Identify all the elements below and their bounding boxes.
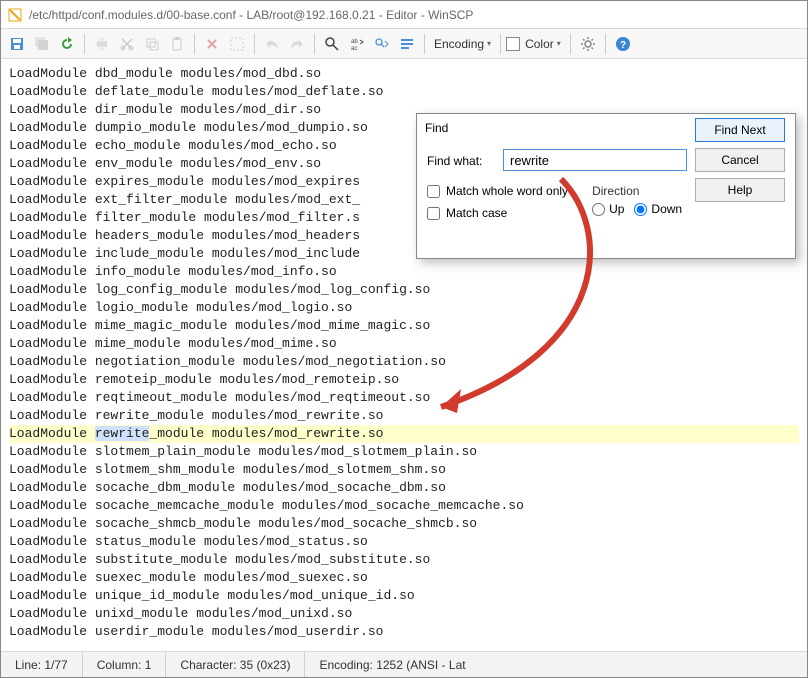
editor-line: LoadModule suexec_module modules/mod_sue… [9,569,799,587]
match-case-checkbox[interactable]: Match case [427,206,568,220]
editor-line: LoadModule socache_dbm_module modules/mo… [9,479,799,497]
select-all-icon[interactable] [225,32,249,56]
toolbar-separator [424,34,425,54]
find-what-input[interactable] [503,149,687,171]
toolbar-separator [570,34,571,54]
color-menu[interactable]: Color▾ [521,37,565,51]
toolbar-separator [500,34,501,54]
settings-icon[interactable] [576,32,600,56]
titlebar: /etc/httpd/conf.modules.d/00-base.conf -… [1,1,807,29]
editor-line: LoadModule userdir_module modules/mod_us… [9,623,799,641]
paste-icon[interactable] [165,32,189,56]
status-line: Line: 1/77 [1,652,83,677]
editor-line: LoadModule reqtimeout_module modules/mod… [9,389,799,407]
window-title: /etc/httpd/conf.modules.d/00-base.conf -… [29,8,473,22]
find-icon[interactable] [320,32,344,56]
replace-icon[interactable]: abac [345,32,369,56]
direction-group: Direction Up Down [592,184,682,216]
editor-line: LoadModule negotiation_module modules/mo… [9,353,799,371]
svg-text:ac: ac [351,46,357,52]
svg-text:ab: ab [351,39,358,45]
find-dialog-title: Find [425,121,448,135]
editor-line: LoadModule logio_module modules/mod_logi… [9,299,799,317]
editor-line: LoadModule remoteip_module modules/mod_r… [9,371,799,389]
editor-line: LoadModule substitute_module modules/mod… [9,551,799,569]
status-encoding: Encoding: 1252 (ANSI - Lat [305,652,479,677]
editor-line: LoadModule unique_id_module modules/mod_… [9,587,799,605]
encoding-menu[interactable]: Encoding▾ [430,37,495,51]
statusbar: Line: 1/77 Column: 1 Character: 35 (0x23… [1,651,807,677]
editor-line: LoadModule log_config_module modules/mod… [9,281,799,299]
direction-label: Direction [592,184,682,198]
editor-line: LoadModule socache_shmcb_module modules/… [9,515,799,533]
editor-line: LoadModule mime_module modules/mod_mime.… [9,335,799,353]
editor-line: LoadModule rewrite_module modules/mod_re… [9,425,799,443]
save-all-icon[interactable] [30,32,54,56]
toolbar-separator [314,34,315,54]
editor-line: LoadModule rewrite_module modules/mod_re… [9,407,799,425]
find-what-label: Find what: [427,152,495,168]
copy-icon[interactable] [140,32,164,56]
editor-line: LoadModule info_module modules/mod_info.… [9,263,799,281]
find-next-button[interactable]: Find Next [695,118,785,142]
editor-line: LoadModule slotmem_plain_module modules/… [9,443,799,461]
direction-down-radio[interactable]: Down [634,202,682,216]
print-icon[interactable] [90,32,114,56]
save-icon[interactable] [5,32,29,56]
toolbar-separator [254,34,255,54]
editor-line: LoadModule status_module modules/mod_sta… [9,533,799,551]
toolbar-separator [84,34,85,54]
reload-icon[interactable] [55,32,79,56]
find-dialog: Find Find what: Find Next Cancel Help Ma… [416,113,796,259]
find-next-icon[interactable] [370,32,394,56]
editor-line: LoadModule dbd_module modules/mod_dbd.so [9,65,799,83]
svg-text:?: ? [620,40,626,51]
editor-line: LoadModule socache_memcache_module modul… [9,497,799,515]
help-icon[interactable]: ? [611,32,635,56]
help-button[interactable]: Help [695,178,785,202]
direction-up-radio[interactable]: Up [592,202,624,216]
editor-line: LoadModule deflate_module modules/mod_de… [9,83,799,101]
undo-icon[interactable] [260,32,284,56]
editor-line: LoadModule unixd_module modules/mod_unix… [9,605,799,623]
toolbar: abac Encoding▾ Color▾ ? [1,29,807,59]
redo-icon[interactable] [285,32,309,56]
color-swatch[interactable] [506,37,520,51]
status-character: Character: 35 (0x23) [166,652,305,677]
editor-line: LoadModule slotmem_shm_module modules/mo… [9,461,799,479]
cut-icon[interactable] [115,32,139,56]
delete-icon[interactable] [200,32,224,56]
toolbar-separator [194,34,195,54]
match-word-checkbox[interactable]: Match whole word only [427,184,568,198]
editor-window: /etc/httpd/conf.modules.d/00-base.conf -… [0,0,808,678]
editor-line: LoadModule mime_magic_module modules/mod… [9,317,799,335]
toolbar-separator [605,34,606,54]
goto-icon[interactable] [395,32,419,56]
app-icon [7,7,23,23]
cancel-button[interactable]: Cancel [695,148,785,172]
status-column: Column: 1 [83,652,167,677]
